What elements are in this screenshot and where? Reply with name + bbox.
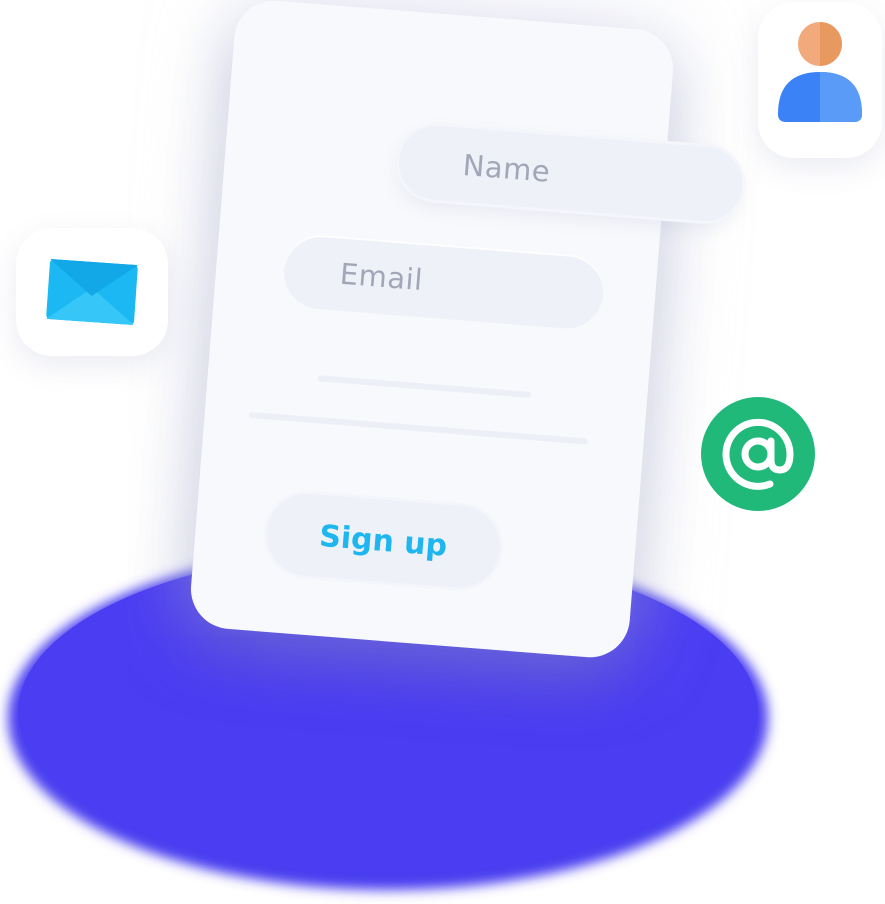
user-badge <box>758 2 882 158</box>
at-sign-icon <box>701 397 815 511</box>
user-avatar-icon <box>778 22 862 122</box>
signup-button[interactable]: Sign up <box>260 487 507 595</box>
divider-long <box>248 411 588 445</box>
envelope-icon <box>46 259 138 325</box>
mail-badge <box>16 228 168 356</box>
email-field[interactable]: Email <box>281 232 607 332</box>
signup-card: Name Email Sign up <box>187 0 746 661</box>
divider-short <box>317 375 532 398</box>
